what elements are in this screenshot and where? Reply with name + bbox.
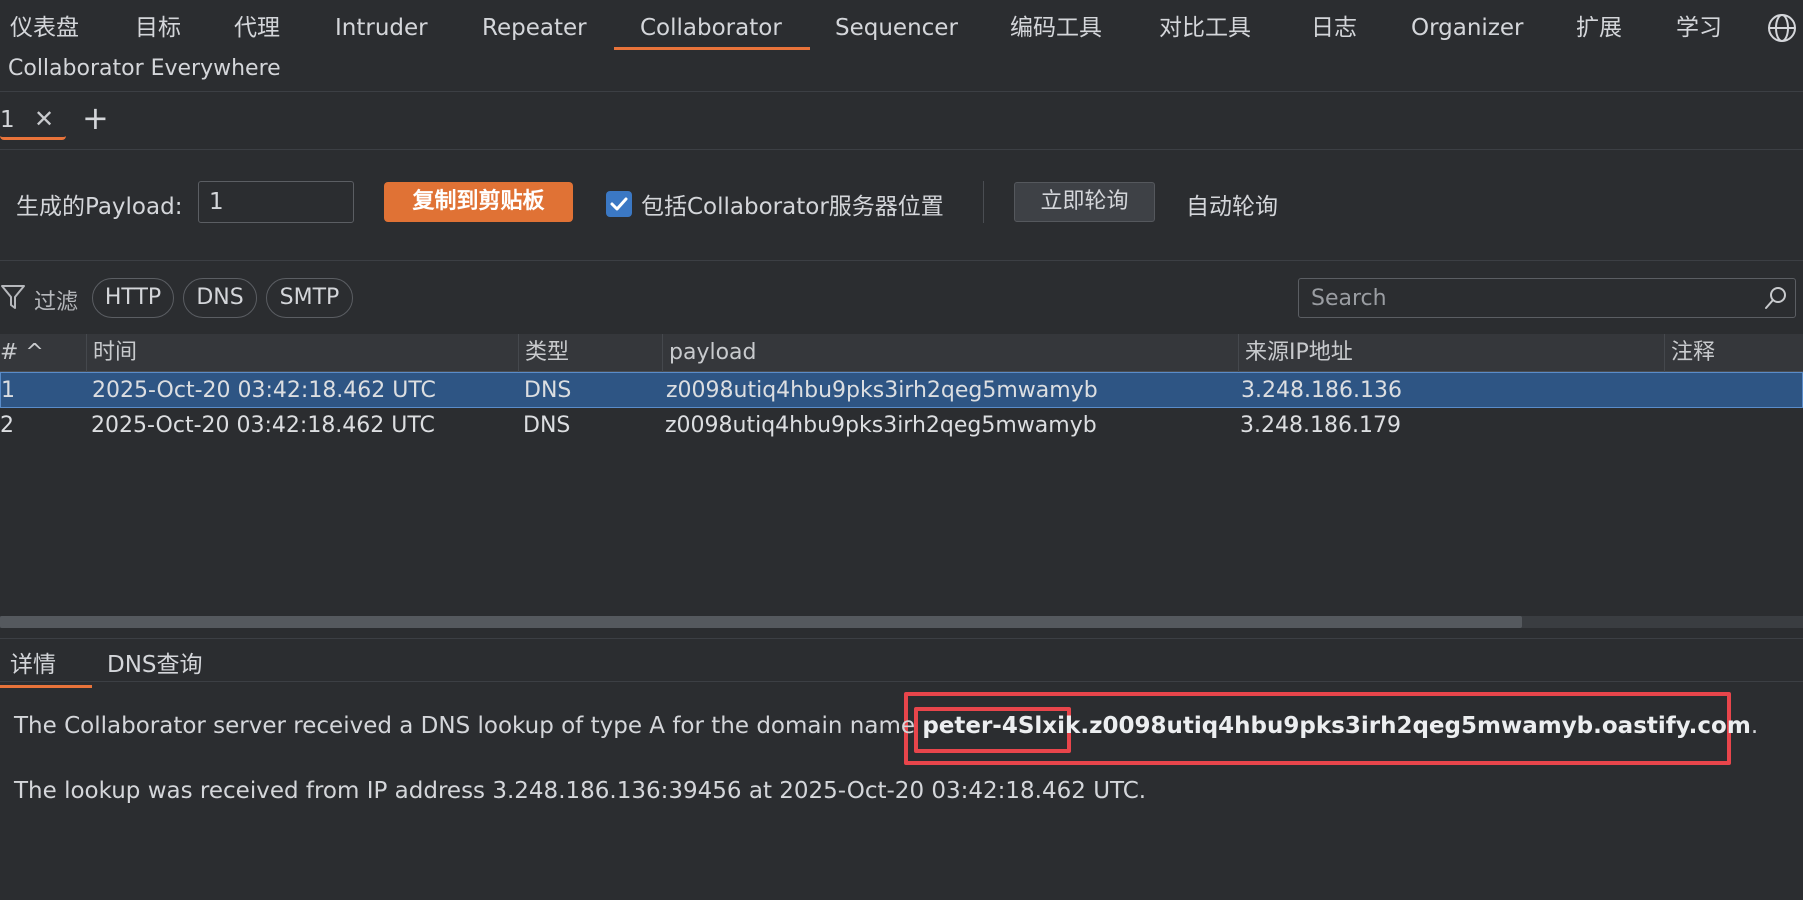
nav-tab-logger[interactable]: 日志 xyxy=(1311,10,1357,46)
table-header: # ^ 时间 类型 payload 来源IP地址 注释 xyxy=(0,334,1803,372)
table-row[interactable]: 2 2025-Oct-20 03:42:18.462 UTC DNS z0098… xyxy=(0,408,1803,444)
nav-tab-intruder[interactable]: Intruder xyxy=(335,10,428,46)
detail-line-source-ip: The lookup was received from IP address … xyxy=(14,778,1147,804)
nav-tab-organizer[interactable]: Organizer xyxy=(1411,10,1524,46)
row-number: 2 xyxy=(0,413,14,438)
filter-label[interactable]: 过滤 xyxy=(34,284,78,316)
detail-tabs: 详情 DNS查询 xyxy=(0,638,1803,688)
row-source-ip: 3.248.186.136 xyxy=(1241,378,1402,403)
filter-chip-dns[interactable]: DNS xyxy=(183,278,257,318)
close-icon[interactable]: ✕ xyxy=(34,105,54,133)
nav-tab-decoder[interactable]: 编码工具 xyxy=(1010,10,1102,46)
row-type: DNS xyxy=(524,378,572,403)
divider xyxy=(983,181,984,223)
search-box xyxy=(1298,278,1796,318)
nav-tab-proxy[interactable]: 代理 xyxy=(234,10,280,46)
table-row[interactable]: 1 2025-Oct-20 03:42:18.462 UTC DNS z0098… xyxy=(0,372,1803,408)
row-time: 2025-Oct-20 03:42:18.462 UTC xyxy=(92,378,436,403)
nav-tab-collaborator[interactable]: Collaborator xyxy=(614,10,810,50)
domain-rest: .z0098utiq4hbu9pks3irh2qeg5mwamyb.oastif… xyxy=(1080,713,1751,739)
nav-tab-collaborator-everywhere[interactable]: Collaborator Everywhere xyxy=(8,54,281,84)
filter-bar: 过滤 HTTP DNS SMTP xyxy=(0,262,1803,334)
session-tab[interactable]: 1 ✕ xyxy=(0,103,66,140)
collaborator-controls: 生成的Payload: 复制到剪贴板 包括Collaborator服务器位置 立… xyxy=(0,151,1803,261)
filter-chip-smtp[interactable]: SMTP xyxy=(266,278,353,318)
session-tab-bar: 1 ✕ + xyxy=(0,93,1803,150)
column-header-time[interactable]: 时间 xyxy=(86,334,518,372)
payload-count-input[interactable] xyxy=(198,181,354,223)
column-header-type[interactable]: 类型 xyxy=(518,334,662,372)
search-icon[interactable] xyxy=(1763,285,1789,311)
scrollbar-thumb[interactable] xyxy=(0,616,1522,628)
interactions-table: # ^ 时间 类型 payload 来源IP地址 注释 1 2025-Oct-2… xyxy=(0,334,1803,618)
globe-icon[interactable] xyxy=(1766,12,1798,44)
search-input[interactable] xyxy=(1299,279,1739,317)
top-nav: 仪表盘 目标 代理 Intruder Repeater Collaborator… xyxy=(0,0,1803,92)
nav-tabs: 仪表盘 目标 代理 Intruder Repeater Collaborator… xyxy=(0,0,1803,52)
nav-tab-sequencer[interactable]: Sequencer xyxy=(835,10,958,46)
detail-line-dns-lookup: The Collaborator server received a DNS l… xyxy=(14,713,1758,739)
table-horizontal-scrollbar[interactable] xyxy=(0,616,1803,628)
include-location-label: 包括Collaborator服务器位置 xyxy=(641,194,944,220)
nav-tab-repeater[interactable]: Repeater xyxy=(482,10,587,46)
session-tab-label: 1 xyxy=(0,107,15,133)
detail-text: . xyxy=(1750,713,1759,739)
nav-tab-dashboard[interactable]: 仪表盘 xyxy=(10,10,79,46)
column-header-number[interactable]: # ^ xyxy=(0,334,86,372)
row-type: DNS xyxy=(523,413,571,438)
tab-dns-query[interactable]: DNS查询 xyxy=(107,645,203,679)
row-payload: z0098utiq4hbu9pks3irh2qeg5mwamyb xyxy=(665,413,1097,438)
copy-to-clipboard-button[interactable]: 复制到剪贴板 xyxy=(384,182,573,222)
nav-tab-comparer[interactable]: 对比工具 xyxy=(1159,10,1251,46)
nav-tab-target[interactable]: 目标 xyxy=(135,10,181,46)
column-header-source-ip[interactable]: 来源IP地址 xyxy=(1238,334,1664,372)
add-tab-icon[interactable]: + xyxy=(82,99,109,137)
detail-body: The Collaborator server received a DNS l… xyxy=(0,683,1803,900)
filter-icon[interactable] xyxy=(0,282,26,312)
domain-subdomain: peter-4Slxik xyxy=(922,713,1081,739)
row-time: 2025-Oct-20 03:42:18.462 UTC xyxy=(91,413,435,438)
column-header-comment[interactable]: 注释 xyxy=(1664,334,1803,372)
tab-details[interactable]: 详情 xyxy=(0,645,92,688)
auto-poll-label[interactable]: 自动轮询 xyxy=(1186,187,1278,221)
filter-chip-http[interactable]: HTTP xyxy=(92,278,174,318)
row-source-ip: 3.248.186.179 xyxy=(1240,413,1401,438)
nav-tab-learn[interactable]: 学习 xyxy=(1676,10,1722,46)
row-payload: z0098utiq4hbu9pks3irh2qeg5mwamyb xyxy=(666,378,1098,403)
row-number: 1 xyxy=(1,378,15,403)
poll-now-button[interactable]: 立即轮询 xyxy=(1014,182,1155,222)
nav-tab-extensions[interactable]: 扩展 xyxy=(1576,10,1622,46)
column-header-payload[interactable]: payload xyxy=(662,334,1238,372)
payload-count-label: 生成的Payload: xyxy=(16,194,183,220)
detail-text: The Collaborator server received a DNS l… xyxy=(14,713,923,739)
checkmark-icon xyxy=(610,197,628,211)
include-location-checkbox[interactable] xyxy=(606,191,632,217)
